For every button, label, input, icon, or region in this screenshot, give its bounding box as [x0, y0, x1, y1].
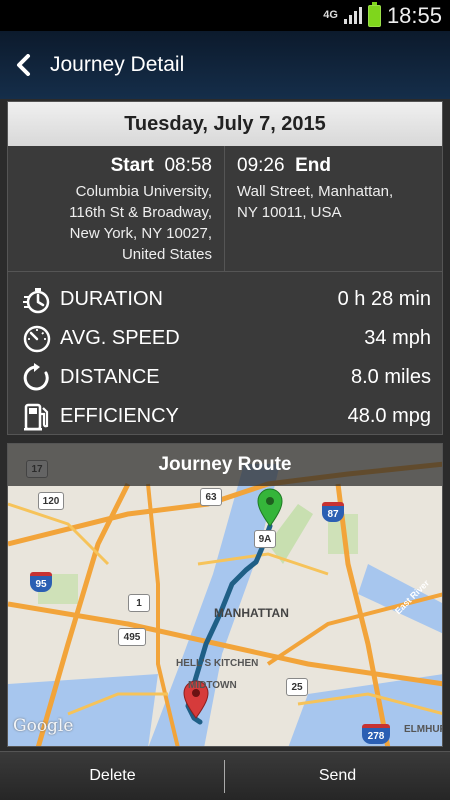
stat-label: EFFICIENCY	[60, 405, 179, 427]
status-bar: 4G 18:55	[0, 0, 450, 31]
journey-card: Tuesday, July 7, 2015 Start 08:58 Columb…	[7, 101, 443, 435]
stopwatch-icon	[20, 283, 54, 317]
signal-icon	[343, 7, 362, 24]
journey-date: Tuesday, July 7, 2015	[8, 102, 442, 146]
start-address-line: New York, NY 10027,	[69, 225, 212, 242]
stat-label: DISTANCE	[60, 366, 160, 388]
route-shield: 63	[200, 488, 222, 506]
map-label: MIDTOWN	[188, 680, 237, 691]
route-shield: 120	[38, 492, 64, 510]
stat-value: 0 h 28 min	[337, 288, 431, 310]
map-label: ELMHURST	[404, 724, 442, 735]
bottom-action-bar: Delete Send	[0, 751, 450, 800]
stat-label: DURATION	[60, 288, 163, 310]
network-type: 4G	[323, 9, 338, 21]
route-shield: 25	[286, 678, 308, 696]
page-title: Journey Detail	[50, 53, 185, 76]
start-header: Start 08:58	[8, 155, 212, 177]
end-header: 09:26 End	[237, 155, 442, 177]
start-label: Start	[110, 155, 154, 176]
fuel-pump-icon	[20, 400, 54, 434]
stat-value: 48.0 mpg	[347, 405, 431, 427]
journey-times: Start 08:58 Columbia University, 116th S…	[8, 146, 442, 272]
stats-list: DURATION 0 h 28 min AVG. SPEED 34 mph DI…	[8, 272, 442, 436]
end-time: 09:26	[237, 155, 285, 176]
stat-value: 8.0 miles	[350, 366, 431, 388]
start-address: Columbia University, 116th St & Broadway…	[8, 181, 212, 265]
end-label: End	[295, 155, 331, 176]
button-divider	[224, 760, 225, 793]
end-address-line: Wall Street, Manhattan,	[237, 183, 394, 200]
back-chevron-icon[interactable]	[0, 31, 46, 99]
battery-icon	[367, 1, 381, 27]
end-column: 09:26 End Wall Street, Manhattan, NY 100…	[225, 146, 442, 271]
start-column: Start 08:58 Columbia University, 116th S…	[8, 146, 225, 271]
status-time: 18:55	[386, 2, 442, 28]
map-canvas	[8, 444, 442, 746]
start-address-line: Columbia University,	[75, 183, 212, 200]
route-shield: 1	[128, 594, 150, 612]
status-icons: 4G 18:55	[323, 0, 442, 31]
journey-map[interactable]: Journey Route MANHATTAN HELL'S KITCHEN M…	[7, 443, 443, 747]
end-address: Wall Street, Manhattan, NY 10011, USA	[237, 181, 442, 223]
delete-button[interactable]: Delete	[0, 752, 225, 800]
stat-label: AVG. SPEED	[60, 327, 180, 349]
speedometer-icon	[20, 322, 54, 356]
route-shield: 95	[30, 572, 52, 592]
start-time: 08:58	[164, 155, 212, 176]
map-label: MANHATTAN	[214, 606, 289, 620]
route-shield: 87	[322, 502, 344, 522]
map-watermark: Google	[13, 716, 74, 736]
loop-arrow-icon	[20, 361, 54, 395]
send-button[interactable]: Send	[225, 752, 450, 800]
map-label: HELL'S KITCHEN	[176, 658, 259, 669]
start-address-line: United States	[121, 246, 212, 263]
route-shield: 9A	[254, 530, 276, 548]
map-title: Journey Route	[8, 444, 442, 486]
start-address-line: 116th St & Broadway,	[69, 204, 212, 221]
route-shield: 278	[362, 724, 390, 744]
stat-efficiency: EFFICIENCY 48.0 mpg	[8, 397, 442, 436]
stat-distance: DISTANCE 8.0 miles	[8, 358, 442, 397]
stat-avg-speed: AVG. SPEED 34 mph	[8, 319, 442, 358]
route-shield: 495	[118, 628, 146, 646]
end-address-line: NY 10011, USA	[237, 204, 342, 221]
stat-duration: DURATION 0 h 28 min	[8, 280, 442, 319]
action-bar: Journey Detail	[0, 31, 450, 99]
stat-value: 34 mph	[364, 327, 431, 349]
